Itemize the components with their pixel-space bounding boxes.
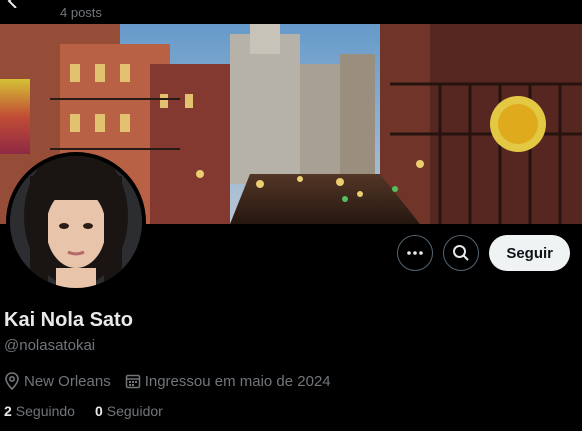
join-date-text: Ingressou em maio de 2024 xyxy=(144,372,331,390)
following-link[interactable]: 2 Seguindo xyxy=(4,403,75,419)
follow-stats: 2 Seguindo 0 Seguidor xyxy=(4,403,183,419)
post-count: 4 posts xyxy=(60,5,102,20)
profile-location: New Orleans xyxy=(4,372,111,390)
profile-actions: Seguir xyxy=(397,235,570,271)
search-icon xyxy=(453,245,470,261)
location-pin-icon xyxy=(5,372,19,390)
profile-handle: @nolasatokai xyxy=(4,337,96,354)
followers-link[interactable]: 0 Seguidor xyxy=(95,403,163,419)
profile-display-name: Kai Nola Sato xyxy=(4,309,133,331)
followers-label: Seguidor xyxy=(106,403,163,419)
following-label: Seguindo xyxy=(15,403,75,419)
more-options-button[interactable] xyxy=(397,235,434,271)
search-button[interactable] xyxy=(443,235,480,271)
location-text: New Orleans xyxy=(24,372,111,390)
calendar-icon xyxy=(125,374,140,389)
profile-avatar[interactable] xyxy=(6,152,146,292)
follow-button[interactable]: Seguir xyxy=(489,235,570,271)
more-options-icon xyxy=(407,251,424,255)
following-count: 2 xyxy=(4,403,12,419)
profile-top-bar: 4 posts xyxy=(0,0,582,24)
profile-join-date: Ingressou em maio de 2024 xyxy=(125,373,331,390)
profile-meta: New Orleans Ingressou em maio de 2024 xyxy=(4,372,345,390)
followers-count: 0 xyxy=(94,403,103,419)
back-arrow-icon[interactable] xyxy=(4,0,24,8)
